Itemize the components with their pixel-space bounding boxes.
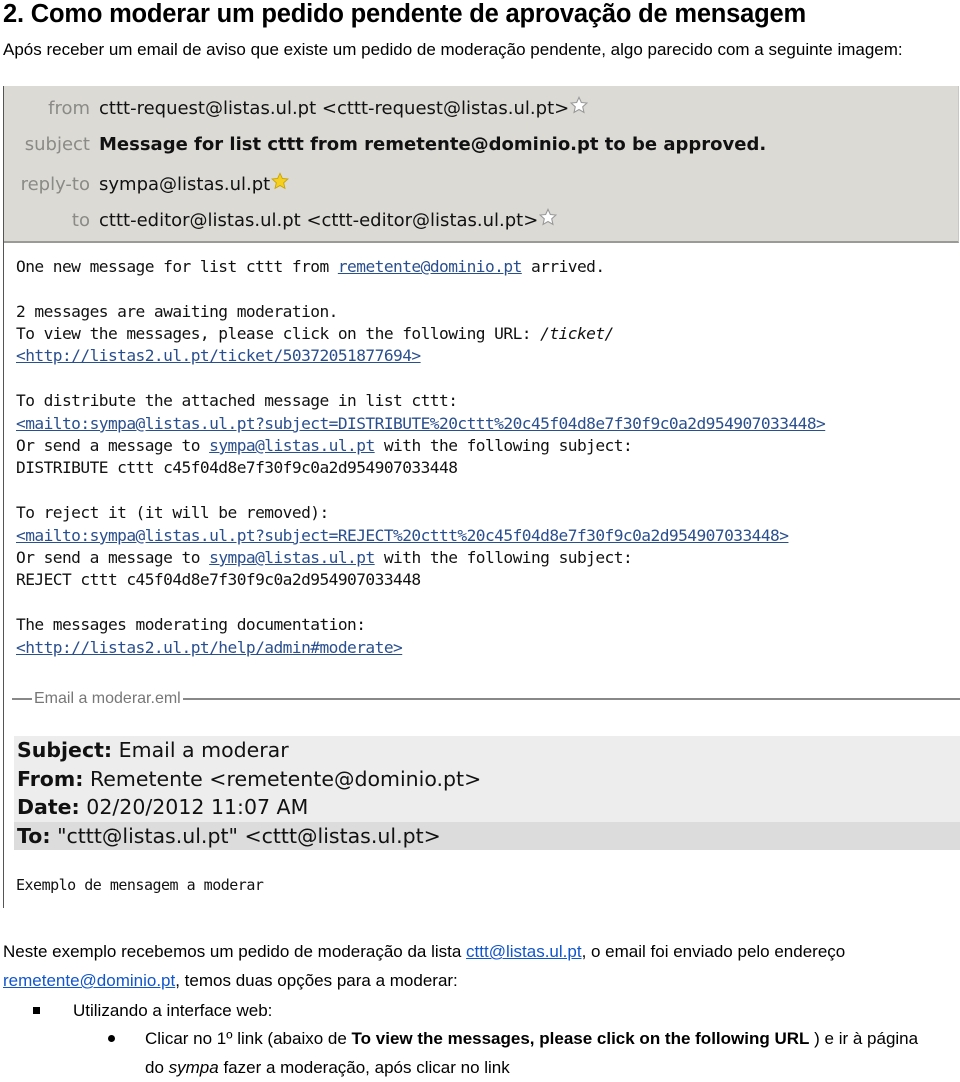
explanation-paragraph: Neste exemplo recebemos um pedido de mod…: [3, 942, 846, 990]
attachment-subject-row: Subject: Email a moderar: [14, 736, 960, 765]
sympa-link[interactable]: sympa@listas.ul.pt: [209, 548, 375, 567]
body-line-view: To view the messages, please click on th…: [16, 324, 614, 343]
list-item-web-interface: Utilizando a interface web:: [33, 996, 272, 1025]
attachment-separator: Email a moderar.eml: [12, 689, 960, 709]
attachment-from-row: From: Remetente <remetente@dominio.pt>: [14, 764, 960, 793]
sublist-item-click-link: Clicar no 1º link (abaixo de To view the…: [108, 1024, 928, 1082]
body-line-distribute-intro: To distribute the attached message in li…: [16, 391, 458, 410]
sender-email-link[interactable]: remetente@dominio.pt: [3, 971, 175, 990]
list-email-link[interactable]: cttt@listas.ul.pt: [466, 942, 582, 961]
distribute-subject: DISTRIBUTE cttt c45f04d8e7f30f9c0a2d9549…: [16, 458, 458, 477]
email-header: from cttt-request@listas.ul.pt <cttt-req…: [4, 86, 959, 243]
body-line-reject-intro: To reject it (it will be removed):: [16, 503, 329, 522]
intro-paragraph: Após receber um email de aviso que exist…: [3, 40, 903, 59]
attachment-header: Subject: Email a moderar From: Remetente…: [14, 736, 960, 850]
body-line-doc-intro: The messages moderating documentation:: [16, 615, 366, 634]
doc-link[interactable]: <http://listas2.ul.pt/help/admin#moderat…: [16, 637, 403, 660]
body-line-awaiting: 2 messages are awaiting moderation.: [16, 302, 338, 321]
ticket-link[interactable]: <http://listas2.ul.pt/ticket/50372051877…: [16, 345, 421, 368]
round-bullet-icon: [108, 1035, 115, 1042]
star-outline-icon[interactable]: [570, 96, 589, 114]
replyto-label: reply-to: [20, 173, 90, 195]
reject-subject: REJECT cttt c45f04d8e7f30f9c0a2d95490703…: [16, 570, 421, 589]
attachment-to-row: To: "cttt@listas.ul.pt" <cttt@listas.ul.…: [14, 821, 960, 850]
attachment-date-row: Date: 02/20/2012 11:07 AM: [14, 793, 960, 822]
from-label: from: [48, 97, 90, 119]
section-title: 2. Como moderar um pedido pendente de ap…: [3, 0, 806, 28]
body-line-or-send: Or send a message to sympa@listas.ul.pt …: [16, 436, 633, 455]
subject-label: subject: [24, 133, 90, 155]
body-line-or-send-reject: Or send a message to sympa@listas.ul.pt …: [16, 548, 633, 567]
header-subject-row: subject Message for list cttt from remet…: [4, 129, 766, 159]
to-value[interactable]: cttt-editor@listas.ul.pt <cttt-editor@li…: [99, 210, 538, 231]
sender-link[interactable]: remetente@dominio.pt: [338, 257, 522, 276]
square-bullet-icon: [33, 1007, 40, 1014]
header-from-row: from cttt-request@listas.ul.pt <cttt-req…: [4, 93, 589, 123]
header-replyto-row: reply-to sympa@listas.ul.pt: [4, 169, 290, 199]
header-to-row: to cttt-editor@listas.ul.pt <cttt-editor…: [4, 205, 558, 235]
reject-mailto-link[interactable]: <mailto:sympa@listas.ul.pt?subject=REJEC…: [16, 525, 789, 548]
attachment-body: Exemplo de mensagem a moderar: [16, 876, 264, 894]
attachment-name[interactable]: Email a moderar.eml: [32, 690, 183, 708]
from-value[interactable]: cttt-request@listas.ul.pt <cttt-request@…: [99, 98, 569, 119]
replyto-value[interactable]: sympa@listas.ul.pt: [99, 174, 270, 195]
to-label: to: [71, 209, 90, 231]
star-filled-icon[interactable]: [271, 172, 290, 190]
sympa-link[interactable]: sympa@listas.ul.pt: [209, 436, 375, 455]
distribute-mailto-link[interactable]: <mailto:sympa@listas.ul.pt?subject=DISTR…: [16, 413, 826, 436]
subject-value: Message for list cttt from remetente@dom…: [99, 133, 767, 155]
email-screenshot: from cttt-request@listas.ul.pt <cttt-req…: [3, 86, 960, 908]
star-outline-icon[interactable]: [539, 208, 558, 226]
body-line-new-message: One new message for list cttt from remet…: [16, 257, 605, 276]
